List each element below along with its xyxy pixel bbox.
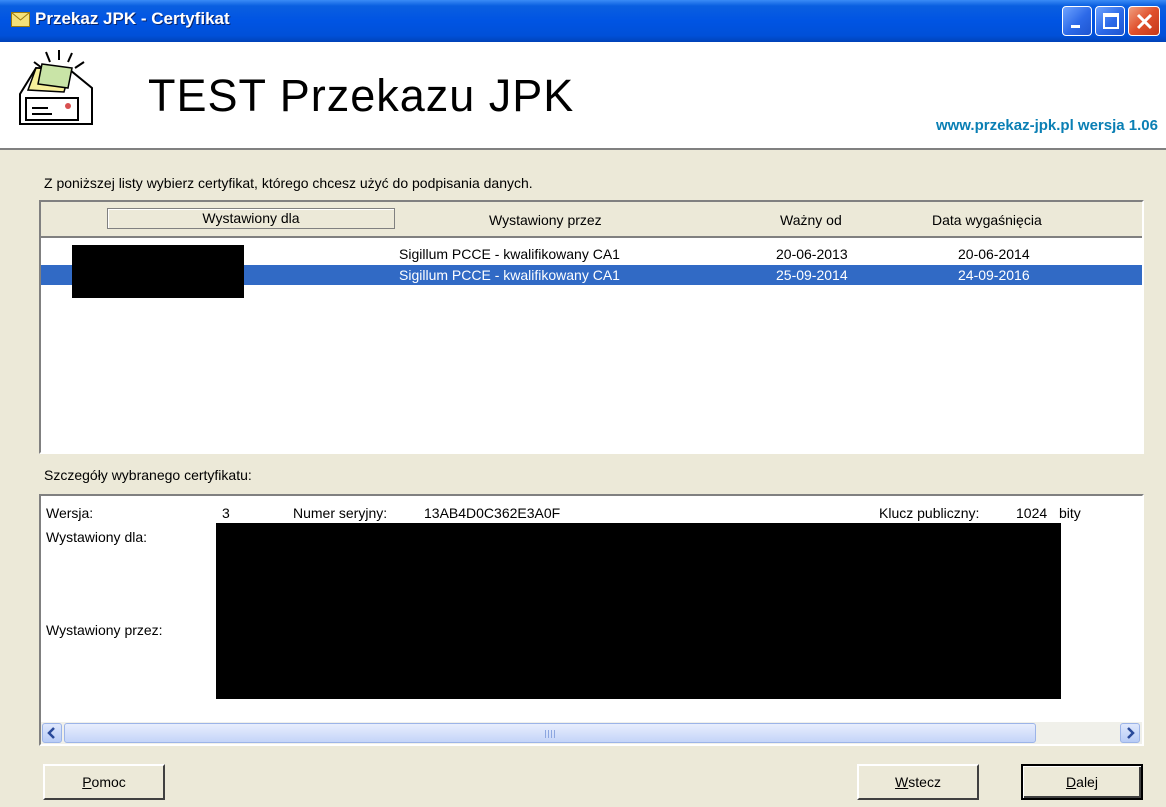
public-key-label: Klucz publiczny: bbox=[879, 505, 980, 521]
cell-expires: 24-09-2016 bbox=[958, 267, 1030, 283]
title-bar[interactable]: Przekaz JPK - Certyfikat bbox=[0, 0, 1166, 42]
close-button[interactable] bbox=[1128, 6, 1160, 36]
cell-valid-from: 20-06-2013 bbox=[776, 246, 848, 262]
maximize-icon bbox=[1103, 13, 1119, 29]
app-title: TEST Przekazu JPK bbox=[148, 70, 575, 121]
back-button[interactable]: Wstecz bbox=[857, 764, 979, 800]
scroll-left-button[interactable] bbox=[42, 723, 62, 743]
issued-by-label: Wystawiony przez: bbox=[46, 622, 163, 638]
version-label: Wersja: bbox=[46, 505, 94, 521]
next-button-label: Dalej bbox=[1066, 774, 1098, 790]
public-key-value: 1024 bbox=[1016, 505, 1048, 521]
maximize-button[interactable] bbox=[1095, 6, 1125, 36]
issued-to-label: Wystawiony dla: bbox=[46, 529, 148, 545]
details-label: Szczegóły wybranego certyfikatu: bbox=[44, 467, 252, 483]
serial-label: Numer seryjny: bbox=[293, 505, 388, 521]
cell-valid-from: 25-09-2014 bbox=[776, 267, 848, 283]
certificate-window: Przekaz JPK - Certyfikat TEST Przekazu J… bbox=[0, 0, 1166, 807]
redacted-issued-to bbox=[72, 245, 244, 298]
list-header: Wystawiony dla Wystawiony przez Ważny od… bbox=[41, 202, 1142, 238]
redacted-details bbox=[216, 523, 1061, 699]
column-header-expires[interactable]: Data wygaśnięcia bbox=[932, 212, 1042, 228]
minimize-icon bbox=[1071, 25, 1080, 28]
app-header: TEST Przekazu JPK www.przekaz-jpk.pl wer… bbox=[0, 42, 1166, 150]
horizontal-scrollbar[interactable] bbox=[41, 722, 1142, 744]
cell-expires: 20-06-2014 bbox=[958, 246, 1030, 262]
serial-value: 13AB4D0C362E3A0F bbox=[424, 505, 561, 521]
column-header-issued-by[interactable]: Wystawiony przez bbox=[489, 212, 602, 228]
version-link: www.przekaz-jpk.pl wersja 1.06 bbox=[935, 117, 1158, 134]
scroll-thumb[interactable] bbox=[64, 723, 1036, 743]
scroll-right-button[interactable] bbox=[1120, 723, 1140, 743]
help-button[interactable]: Pomoc bbox=[43, 764, 165, 800]
cell-issued-by: Sigillum PCCE - kwalifikowany CA1 bbox=[399, 267, 620, 283]
column-header-issued-to[interactable]: Wystawiony dla bbox=[107, 208, 395, 229]
version-value: 3 bbox=[222, 505, 230, 521]
certificate-details[interactable]: Wersja: 3 Numer seryjny: 13AB4D0C362E3A0… bbox=[39, 494, 1144, 746]
envelope-icon bbox=[11, 12, 30, 27]
instruction-text: Z poniższej listy wybierz certyfikat, kt… bbox=[44, 175, 533, 191]
chevron-left-icon bbox=[47, 727, 55, 739]
next-button[interactable]: Dalej bbox=[1021, 764, 1143, 800]
cell-issued-by: Sigillum PCCE - kwalifikowany CA1 bbox=[399, 246, 620, 262]
close-icon bbox=[1136, 13, 1153, 30]
help-button-label: Pomoc bbox=[82, 774, 126, 790]
public-key-unit: bity bbox=[1059, 505, 1081, 521]
back-button-label: Wstecz bbox=[895, 774, 941, 790]
scroll-grip bbox=[545, 730, 557, 738]
chevron-right-icon bbox=[1127, 727, 1135, 739]
minimize-button[interactable] bbox=[1062, 6, 1092, 36]
window-title: Przekaz JPK - Certyfikat bbox=[35, 9, 230, 28]
column-header-valid-from[interactable]: Ważny od bbox=[780, 212, 842, 228]
certificate-list[interactable]: Wystawiony dla Wystawiony przez Ważny od… bbox=[39, 200, 1144, 454]
mailbox-logo-icon bbox=[19, 50, 93, 125]
